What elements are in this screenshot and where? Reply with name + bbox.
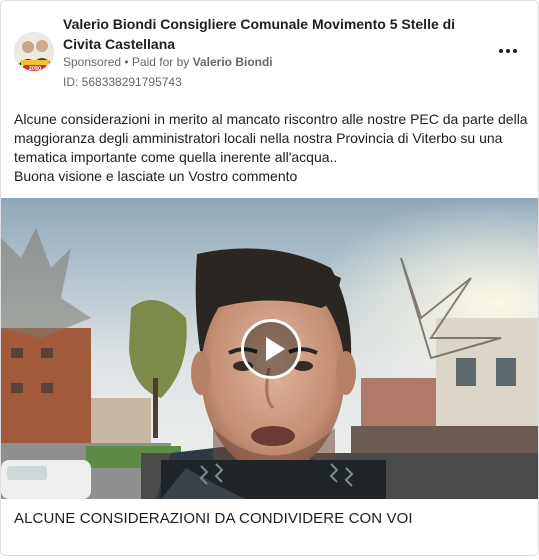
advertiser-avatar[interactable]: 2050 xyxy=(14,32,54,72)
video-caption[interactable]: ALCUNE CONSIDERAZIONI DA CONDIVIDERE CON… xyxy=(14,509,529,529)
ad-id: ID: 568338291795743 xyxy=(63,75,182,89)
avatar-badge-text: 2050 xyxy=(29,66,41,72)
post-body-text: Alcune considerazioni in merito al manca… xyxy=(14,111,528,184)
paid-for-prefix: Paid for by xyxy=(131,55,193,69)
meta-separator: • xyxy=(121,55,132,69)
ad-card: 2050 Valerio Biondi Consigliere Comunale… xyxy=(0,0,539,556)
advertiser-name[interactable]: Valerio Biondi Consigliere Comunale Movi… xyxy=(63,14,483,54)
more-horizontal-icon xyxy=(499,49,517,53)
sponsored-line: Sponsored • Paid for by Valerio Biondi xyxy=(63,54,273,70)
paid-for-name: Valerio Biondi xyxy=(192,55,273,69)
ad-header: 2050 Valerio Biondi Consigliere Comunale… xyxy=(1,1,538,101)
avatar-image: 2050 xyxy=(15,33,53,72)
more-options-button[interactable] xyxy=(495,41,521,61)
play-icon[interactable] xyxy=(241,319,301,379)
sponsored-label: Sponsored xyxy=(63,55,122,69)
